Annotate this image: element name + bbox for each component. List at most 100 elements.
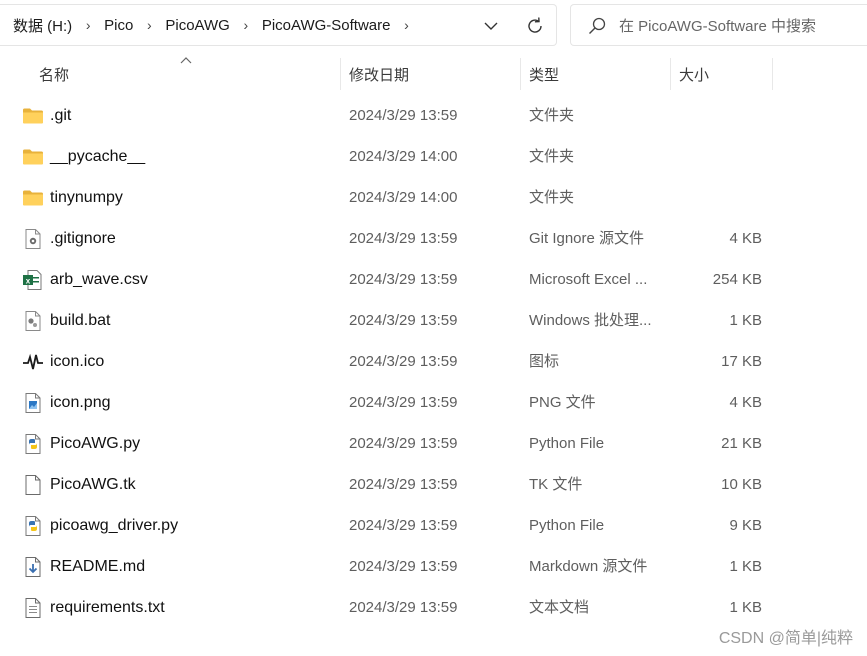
file-size: 10 KB [721, 476, 762, 493]
file-row[interactable]: picoawg_driver.py 2024/3/29 13:59 Python F… [18, 506, 776, 546]
file-type: 图标 [529, 353, 560, 370]
navigation-bar: 数据 (H:) › Pico › PicoAWG › PicoAWG-Softw… [0, 0, 867, 48]
file-modified-date: 2024/3/29 13:59 [349, 435, 458, 452]
breadcrumb-picoawg[interactable]: PicoAWG [163, 17, 231, 34]
column-divider[interactable] [340, 58, 341, 90]
file-row[interactable]: icon.png 2024/3/29 13:59 PNG 文件 4 KB [18, 383, 776, 423]
file-size: 9 KB [729, 517, 762, 534]
file-name: picoawg_driver.py [50, 517, 179, 534]
refresh-icon [528, 17, 542, 33]
breadcrumb-chevron-icon[interactable]: › [232, 17, 260, 33]
column-header-size-label: 大小 [679, 66, 710, 84]
breadcrumb-pico[interactable]: Pico [102, 17, 135, 34]
file-name: tinynumpy [50, 189, 123, 206]
file-size: 17 KB [721, 353, 762, 370]
breadcrumb-chevron-icon[interactable]: › [135, 17, 163, 33]
column-header-size[interactable]: 大小 [670, 56, 772, 92]
breadcrumb-picoawg-software[interactable]: PicoAWG-Software [260, 17, 393, 34]
file-modified-date: 2024/3/29 13:59 [349, 107, 458, 124]
column-header-type[interactable]: 类型 [520, 56, 671, 92]
column-header-type-label: 类型 [529, 66, 560, 84]
file-row[interactable]: icon.ico 2024/3/29 13:59 图标 17 KB [18, 342, 776, 382]
file-name: PicoAWG.tk [50, 476, 136, 493]
file-size: 4 KB [729, 230, 762, 247]
refresh-button[interactable] [521, 14, 549, 38]
file-row[interactable]: build.bat 2024/3/29 13:59 Windows 批处理... 1 … [18, 301, 776, 341]
file-name: icon.png [50, 394, 111, 411]
file-type: Microsoft Excel ... [529, 271, 648, 288]
breadcrumb-chevron-icon[interactable]: › [74, 17, 102, 33]
search-icon [587, 16, 607, 36]
file-name: PicoAWG.py [50, 435, 141, 452]
breadcrumb: 数据 (H:) › Pico › PicoAWG › PicoAWG-Softw… [11, 5, 420, 45]
file-type: Windows 批处理... [529, 312, 652, 329]
file-name: __pycache__ [50, 148, 146, 165]
file-type: TK 文件 [529, 476, 583, 493]
file-name: requirements.txt [50, 599, 165, 616]
file-modified-date: 2024/3/29 14:00 [349, 148, 458, 165]
file-size: 1 KB [729, 558, 762, 575]
file-row[interactable]: __pycache__ 2024/3/29 14:00 文件夹 [18, 137, 776, 177]
file-type: Git Ignore 源文件 [529, 230, 645, 247]
file-modified-date: 2024/3/29 13:59 [349, 517, 458, 534]
folder-icon [22, 146, 44, 168]
svg-text:x: x [26, 276, 31, 285]
file-row[interactable]: x arb_wave.csv 2024/3/29 13:59 Microsoft Ex… [18, 260, 776, 300]
column-divider[interactable] [772, 58, 773, 90]
column-divider[interactable] [670, 58, 671, 90]
file-type: Python File [529, 435, 605, 452]
file-type: 文件夹 [529, 107, 575, 124]
file-row[interactable]: .git 2024/3/29 13:59 文件夹 [18, 96, 776, 136]
file-name: .gitignore [50, 230, 116, 247]
file-modified-date: 2024/3/29 13:59 [349, 558, 458, 575]
sort-ascending-icon [180, 57, 192, 64]
file-name: arb_wave.csv [50, 271, 148, 288]
file-type: Markdown 源文件 [529, 558, 648, 575]
file-name: build.bat [50, 312, 111, 329]
file-type: 文本文档 [529, 599, 590, 616]
blank-file-icon [22, 474, 44, 496]
file-name: icon.ico [50, 353, 105, 370]
file-modified-date: 2024/3/29 13:59 [349, 476, 458, 493]
file-modified-date: 2024/3/29 13:59 [349, 394, 458, 411]
watermark: CSDN @简单|纯粹 [718, 630, 853, 647]
file-size: 1 KB [729, 599, 762, 616]
text-file-icon [22, 597, 44, 619]
column-header-date[interactable]: 修改日期 [340, 56, 521, 92]
column-header-row: 名称 修改日期 类型 大小 [0, 56, 867, 92]
file-modified-date: 2024/3/29 14:00 [349, 189, 458, 206]
folder-icon [22, 105, 44, 127]
file-row[interactable]: PicoAWG.py 2024/3/29 13:59 Python File 21 K… [18, 424, 776, 464]
file-name: README.md [50, 558, 146, 575]
file-type: 文件夹 [529, 189, 575, 206]
file-row[interactable]: tinynumpy 2024/3/29 14:00 文件夹 [18, 178, 776, 218]
file-size: 254 KB [712, 271, 762, 288]
search-input[interactable] [619, 13, 864, 39]
chevron-down-icon [484, 22, 498, 30]
file-size: 21 KB [721, 435, 762, 452]
markdown-file-icon [22, 556, 44, 578]
breadcrumb-drive[interactable]: 数据 (H:) [11, 15, 74, 36]
file-type: Python File [529, 517, 605, 534]
python-file-icon [22, 433, 44, 455]
recent-locations-button[interactable] [477, 14, 505, 38]
address-bar[interactable]: 数据 (H:) › Pico › PicoAWG › PicoAWG-Softw… [0, 4, 557, 46]
folder-icon [22, 187, 44, 209]
waveform-icon [22, 351, 44, 373]
file-row[interactable]: .gitignore 2024/3/29 13:59 Git Ignore 源文件 4… [18, 219, 776, 259]
file-type: 文件夹 [529, 148, 575, 165]
excel-csv-icon: x [22, 269, 44, 291]
file-row[interactable]: PicoAWG.tk 2024/3/29 13:59 TK 文件 10 KB [18, 465, 776, 505]
breadcrumb-chevron-icon[interactable]: › [392, 17, 420, 33]
python-file-icon [22, 515, 44, 537]
file-row[interactable]: README.md 2024/3/29 13:59 Markdown 源文件 1 KB [18, 547, 776, 587]
config-file-icon [22, 228, 44, 250]
file-modified-date: 2024/3/29 13:59 [349, 599, 458, 616]
file-modified-date: 2024/3/29 13:59 [349, 312, 458, 329]
batch-file-icon [22, 310, 44, 332]
file-row[interactable]: requirements.txt 2024/3/29 13:59 文本文档 1 KB [18, 588, 776, 628]
image-file-icon [22, 392, 44, 414]
search-box[interactable] [570, 4, 867, 46]
column-divider[interactable] [520, 58, 521, 90]
file-name: .git [50, 107, 72, 124]
